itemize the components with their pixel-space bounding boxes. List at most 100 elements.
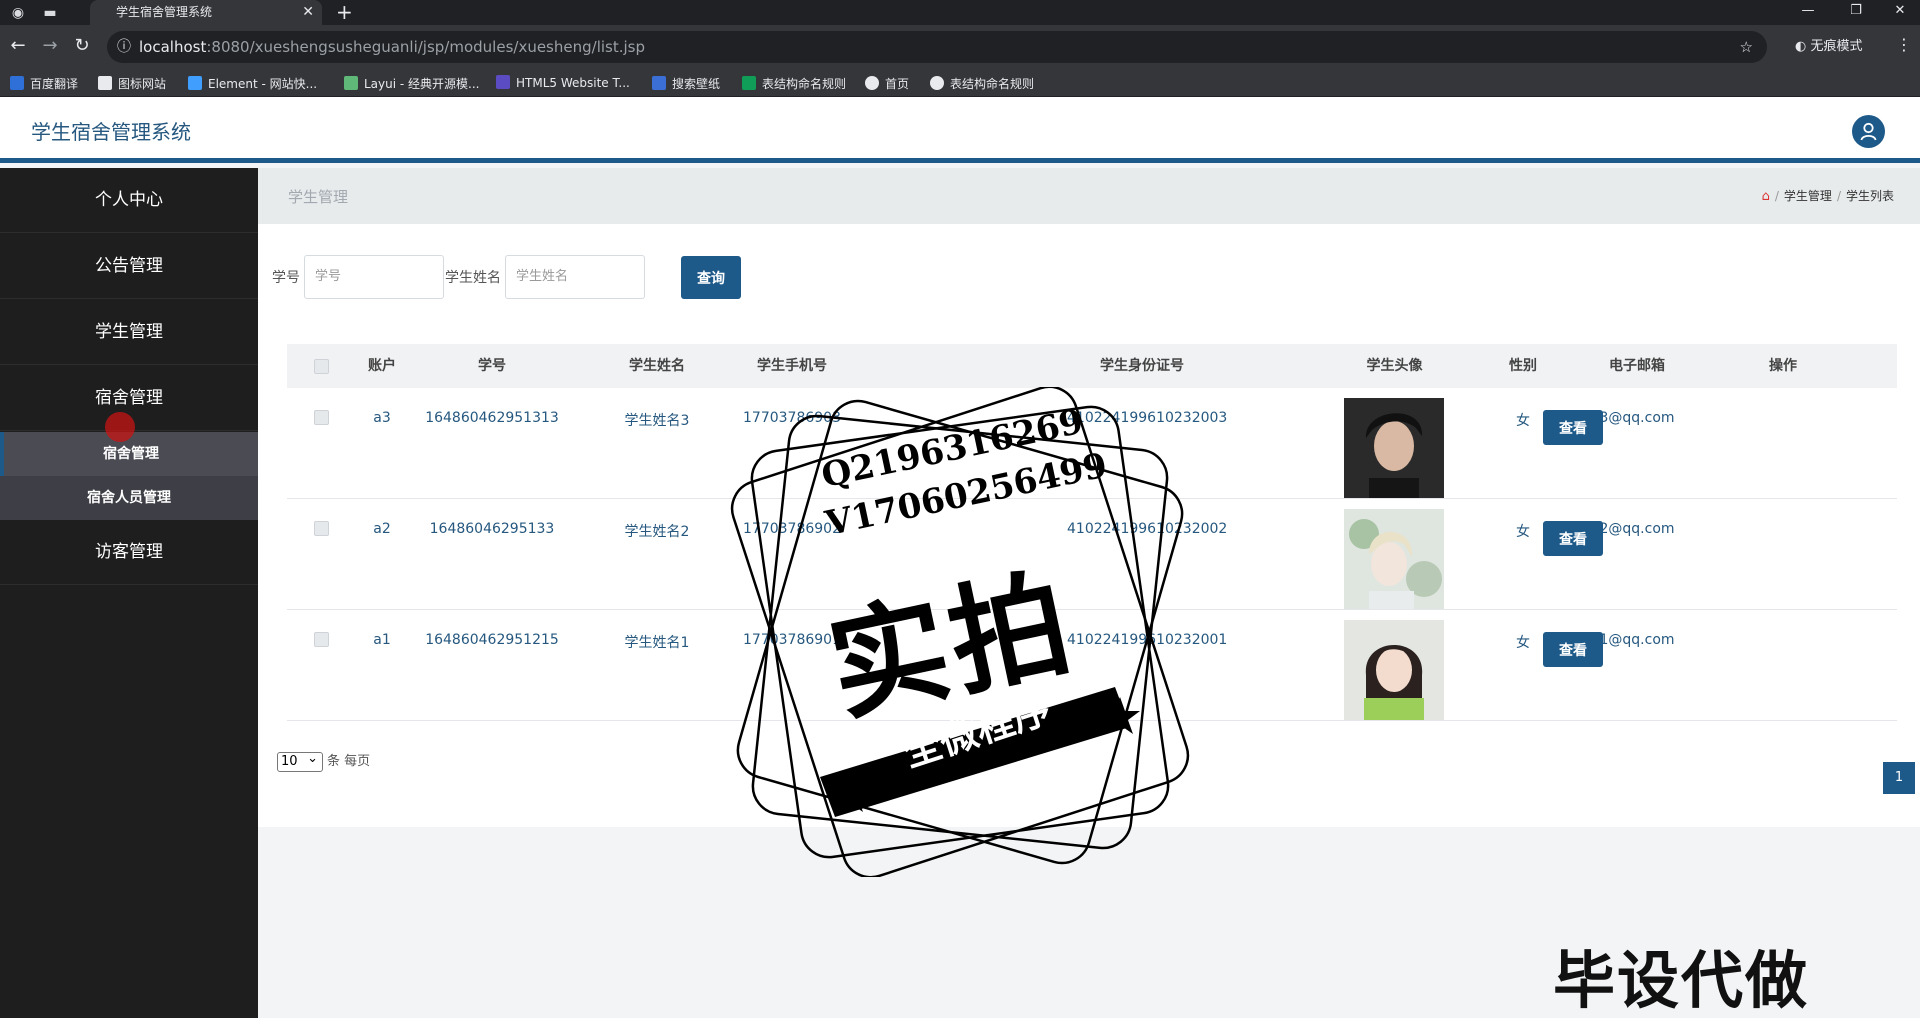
incognito-badge[interactable]: ◐ 无痕模式 — [1795, 35, 1863, 54]
breadcrumb-bar: 学生管理 ⌂ / 学生管理 / 学生列表 — [258, 168, 1920, 224]
view-button[interactable]: 查看 — [1543, 632, 1603, 667]
student-name-input[interactable]: 学生姓名 — [505, 255, 645, 299]
bookmark-item[interactable]: 首页 — [865, 75, 909, 92]
forward-icon[interactable]: → — [38, 35, 62, 56]
browser-tab[interactable]: 学生宿舍管理系统 ✕ — [90, 0, 322, 25]
bookmark-item[interactable]: Element - 网站快... — [188, 75, 317, 92]
query-button[interactable]: 查询 — [681, 256, 741, 299]
student-photo — [1344, 620, 1444, 720]
reload-icon[interactable]: ↻ — [70, 35, 94, 56]
tab-title: 学生宿舍管理系统 — [116, 5, 213, 19]
bookmark-item[interactable]: HTML5 Website T... — [496, 75, 630, 90]
col-header: 学生身份证号 — [1100, 358, 1184, 374]
student-no-input[interactable]: 学号 — [304, 255, 444, 299]
globe-icon — [930, 76, 944, 90]
page-size-suffix: 条 每页 — [327, 754, 371, 769]
col-header: 电子邮箱 — [1609, 358, 1665, 374]
globe-icon — [865, 76, 879, 90]
window-close-icon[interactable]: ✕ — [1880, 0, 1920, 22]
page-title: 学生管理 — [288, 188, 349, 206]
tab-close-icon[interactable]: ✕ — [302, 0, 314, 25]
select-all-checkbox[interactable] — [314, 359, 329, 374]
cell-account: a3 — [373, 410, 391, 426]
col-header: 学生姓名 — [629, 358, 685, 374]
incognito-label: 无痕模式 — [1810, 39, 1863, 54]
cell-account: a1 — [373, 632, 391, 648]
sidebar-subitem-dorm-members[interactable]: 宿舍人员管理 — [0, 476, 258, 520]
row-checkbox[interactable] — [314, 410, 329, 425]
wallpaper-icon — [652, 76, 666, 90]
bookmark-item[interactable]: 图标网站 — [98, 75, 166, 92]
sidebar-item-profile[interactable]: 个人中心 — [0, 168, 258, 233]
cursor-highlight — [105, 412, 135, 442]
html5-icon — [496, 75, 510, 89]
layui-icon — [344, 76, 358, 90]
table-header: 账户 学号 学生姓名 学生手机号 学生身份证号 学生头像 性别 电子邮箱 操作 — [287, 344, 1897, 388]
student-photo — [1344, 509, 1444, 609]
breadcrumb-item[interactable]: 学生管理 — [1784, 189, 1832, 203]
cell-name: 学生姓名1 — [624, 635, 690, 651]
student-no-label: 学号 — [272, 270, 300, 286]
sidebar-item-notice[interactable]: 公告管理 — [0, 234, 258, 299]
page-size-select[interactable]: 10 — [277, 750, 323, 772]
cell-student-no: 16486046295131​3 — [425, 410, 559, 426]
cell-name: 学生姓名2 — [624, 524, 690, 540]
avatar-image — [1344, 509, 1444, 609]
restore-icon[interactable]: ❐ — [1836, 0, 1876, 22]
bookmark-label: 搜索壁纸 — [672, 77, 721, 91]
col-header: 操作 — [1769, 358, 1797, 374]
bookmark-item[interactable]: 表结构命名规则 — [742, 75, 846, 92]
back-icon[interactable]: ← — [6, 35, 30, 56]
breadcrumb: ⌂ / 学生管理 / 学生列表 — [1761, 189, 1894, 204]
page-size-control: 10 条 每页 — [277, 750, 370, 772]
sidebar-item-visitor[interactable]: 访客管理 — [0, 520, 258, 585]
bookmark-item[interactable]: 搜索壁纸 — [652, 75, 720, 92]
url-path: :8080/xueshengsusheguanli/jsp/modules/xu… — [206, 38, 645, 56]
col-header: 学生手机号 — [757, 358, 827, 374]
sheet-icon — [742, 76, 756, 90]
bookmark-label: 表结构命名规则 — [762, 77, 847, 91]
cell-name: 学生姓名3 — [624, 413, 690, 429]
bookmark-label: HTML5 Website T... — [516, 76, 630, 90]
translate-icon — [10, 76, 24, 90]
cell-gender: 女 — [1516, 635, 1530, 651]
site-info-icon[interactable]: ⓘ — [117, 31, 131, 63]
page-button-current[interactable]: 1 — [1883, 762, 1915, 794]
stamp-watermark: Q2196316269 V17060256499 实拍 全微程序 — [720, 387, 1200, 877]
cell-student-no: 164860462951215 — [425, 632, 559, 648]
bookmark-label: 首页 — [885, 77, 910, 91]
sidebar-item-student[interactable]: 学生管理 — [0, 300, 258, 365]
home-icon[interactable]: ⌂ — [1762, 189, 1770, 204]
bookmark-label: Element - 网站快... — [208, 77, 318, 91]
student-name-label: 学生姓名 — [445, 270, 501, 286]
bookmark-item[interactable]: Layui - 经典开源模... — [344, 75, 479, 92]
cell-gender: 女 — [1516, 524, 1530, 540]
cell-email: 3@qq.com — [1599, 410, 1675, 426]
view-button[interactable]: 查看 — [1543, 410, 1603, 445]
user-icon — [1860, 122, 1877, 141]
bookmark-star-icon[interactable]: ☆ — [1740, 31, 1753, 63]
row-checkbox[interactable] — [314, 632, 329, 647]
address-toolbar: ← → ↻ ⓘ localhost:8080/xueshengsusheguan… — [0, 25, 1920, 69]
tab-search-icon[interactable]: ▬ — [40, 3, 60, 23]
web-page: 学生宿舍管理系统 个人中心 公告管理 学生管理 宿舍管理 宿舍管理 宿舍人员管理… — [0, 97, 1920, 1018]
col-header: 性别 — [1509, 358, 1537, 374]
bookmark-item[interactable]: 表结构命名规则 — [930, 75, 1034, 92]
avatar-image — [1344, 398, 1444, 498]
row-checkbox[interactable] — [314, 521, 329, 536]
url-bar[interactable]: ⓘ localhost:8080/xueshengsusheguanli/jsp… — [107, 31, 1767, 63]
view-button[interactable]: 查看 — [1543, 521, 1603, 556]
bookmark-label: 表结构命名规则 — [950, 77, 1035, 91]
user-avatar[interactable] — [1852, 115, 1885, 148]
menu-kebab-icon[interactable]: ⋮ — [1896, 35, 1912, 54]
bookmark-item[interactable]: 百度翻译 — [10, 75, 78, 92]
new-tab-icon[interactable]: + — [336, 0, 353, 25]
minimize-icon[interactable]: — — [1788, 0, 1828, 22]
flag-icon — [98, 76, 112, 90]
sidebar: 个人中心 公告管理 学生管理 宿舍管理 宿舍管理 宿舍人员管理 访客管理 — [0, 168, 258, 1018]
app-brand: 学生宿舍管理系统 — [31, 120, 191, 144]
cell-account: a2 — [373, 521, 391, 537]
browser-tab-strip: ◉ ▬ 学生宿舍管理系统 ✕ + — ❐ ✕ — [0, 0, 1920, 25]
url-host: localhost — [139, 38, 207, 56]
globe-icon[interactable]: ◉ — [8, 3, 28, 23]
